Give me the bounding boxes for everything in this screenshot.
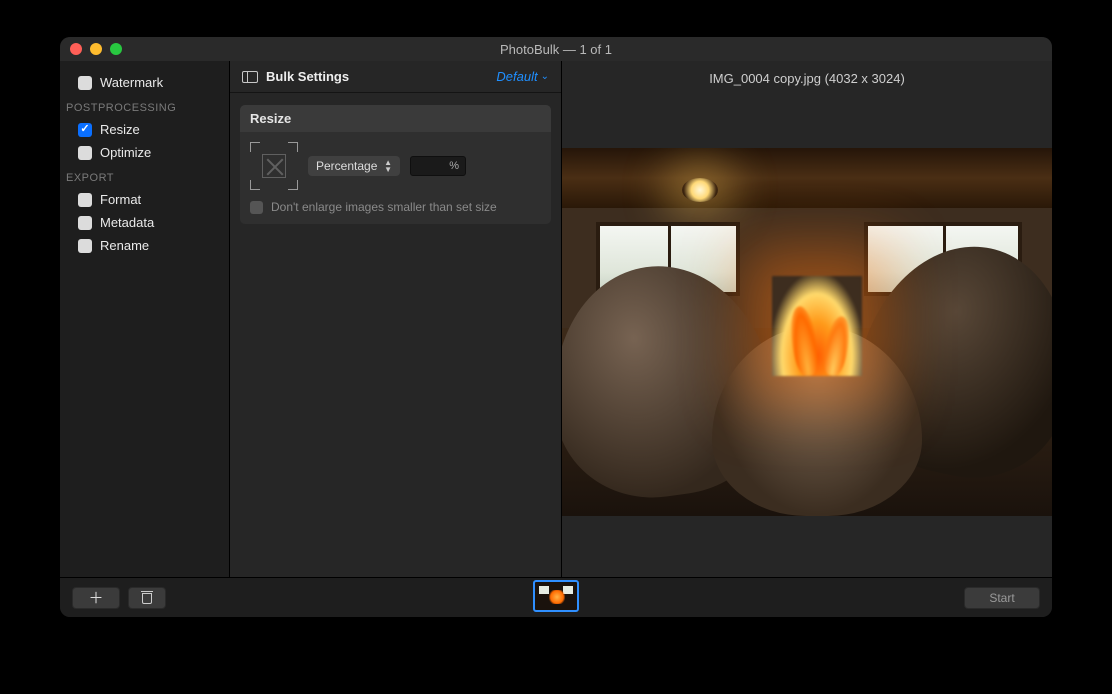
sidebar-item-optimize[interactable]: Optimize [60, 141, 229, 164]
close-icon[interactable] [70, 43, 82, 55]
sidebar: Watermark POSTPROCESSING Resize Optimize… [60, 61, 230, 577]
checkbox-watermark[interactable] [78, 76, 92, 90]
sidebar-item-label: Resize [100, 122, 140, 137]
select-value: Percentage [316, 159, 377, 173]
start-button[interactable]: Start [964, 587, 1040, 609]
sidebar-item-rename[interactable]: Rename [60, 234, 229, 257]
sidebar-section-postprocessing: POSTPROCESSING [60, 94, 229, 118]
percentage-unit: % [449, 160, 459, 172]
checkbox-resize[interactable] [78, 123, 92, 137]
checkbox-optimize[interactable] [78, 146, 92, 160]
sidebar-item-label: Format [100, 192, 141, 207]
preview-pane: IMG_0004 copy.jpg (4032 x 3024) [562, 61, 1052, 577]
sidebar-section-export: EXPORT [60, 164, 229, 188]
thumbnail-selected[interactable] [533, 580, 579, 612]
sidebar-item-label: Watermark [100, 75, 163, 90]
window-body: Watermark POSTPROCESSING Resize Optimize… [60, 61, 1052, 577]
plus-icon: ＋ [88, 587, 103, 608]
sidebar-item-label: Optimize [100, 145, 151, 160]
settings-header: Bulk Settings Default ⌄ [230, 61, 561, 93]
add-button[interactable]: ＋ [72, 587, 120, 609]
sidebar-item-label: Rename [100, 238, 149, 253]
preview-image [562, 148, 1052, 516]
percentage-input[interactable]: % [410, 156, 466, 176]
dont-enlarge-row[interactable]: Don't enlarge images smaller than set si… [250, 200, 541, 214]
delete-button[interactable] [128, 587, 166, 609]
resize-diagram-icon [250, 142, 298, 190]
preset-dropdown[interactable]: Default ⌄ [496, 69, 549, 84]
checkbox-metadata[interactable] [78, 216, 92, 230]
minimize-icon[interactable] [90, 43, 102, 55]
sidebar-item-watermark[interactable]: Watermark [60, 71, 229, 94]
titlebar: PhotoBulk — 1 of 1 [60, 37, 1052, 61]
window-title: PhotoBulk — 1 of 1 [60, 42, 1052, 57]
trash-icon [141, 591, 153, 604]
settings-pane: Bulk Settings Default ⌄ Resize [230, 61, 562, 577]
sidebar-toggle-icon[interactable] [242, 71, 258, 83]
preview-filename: IMG_0004 copy.jpg (4032 x 3024) [562, 61, 1052, 86]
checkbox-rename[interactable] [78, 239, 92, 253]
panel-title: Resize [240, 105, 551, 132]
preview-area [562, 86, 1052, 577]
sidebar-item-label: Metadata [100, 215, 154, 230]
dont-enlarge-label: Don't enlarge images smaller than set si… [271, 200, 497, 214]
chevron-down-icon: ⌄ [541, 71, 549, 82]
window-controls [60, 43, 122, 55]
preset-label: Default [496, 69, 537, 84]
resize-panel: Resize Percentage ▲ [240, 105, 551, 224]
footer: ＋ Start [60, 577, 1052, 617]
checkbox-format[interactable] [78, 193, 92, 207]
sidebar-item-resize[interactable]: Resize [60, 118, 229, 141]
app-window: PhotoBulk — 1 of 1 Watermark POSTPROCESS… [60, 37, 1052, 617]
sidebar-item-format[interactable]: Format [60, 188, 229, 211]
sidebar-item-metadata[interactable]: Metadata [60, 211, 229, 234]
resize-mode-select[interactable]: Percentage ▲▼ [308, 156, 400, 176]
updown-icon: ▲▼ [384, 159, 392, 173]
start-label: Start [989, 591, 1014, 605]
checkbox-dont-enlarge[interactable] [250, 201, 263, 214]
settings-title: Bulk Settings [266, 69, 349, 84]
zoom-icon[interactable] [110, 43, 122, 55]
